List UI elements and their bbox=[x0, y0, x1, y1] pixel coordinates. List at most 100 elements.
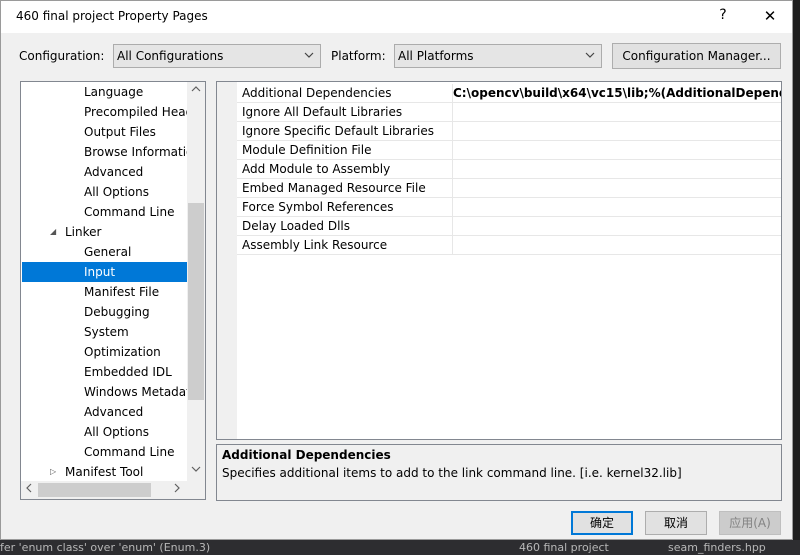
tree-item-label: Embedded IDL bbox=[84, 365, 172, 379]
property-name: Delay Loaded Dlls bbox=[242, 219, 350, 233]
property-row[interactable]: Force Symbol References bbox=[237, 198, 781, 217]
cancel-button[interactable]: 取消 bbox=[645, 511, 707, 535]
tree-item-label: Input bbox=[84, 265, 116, 279]
tree-item[interactable]: All Options bbox=[22, 422, 187, 442]
property-row[interactable]: Delay Loaded Dlls bbox=[237, 217, 781, 236]
help-icon[interactable]: ? bbox=[713, 7, 733, 27]
description-title: Additional Dependencies bbox=[222, 448, 391, 462]
property-name: Ignore Specific Default Libraries bbox=[242, 124, 434, 138]
tree-item[interactable]: Language bbox=[22, 82, 187, 102]
tree-item-label: System bbox=[84, 325, 129, 339]
ok-label: 确定 bbox=[589, 516, 614, 530]
close-icon[interactable]: ✕ bbox=[759, 7, 781, 27]
tree-item-label: All Options bbox=[84, 425, 149, 439]
tree-item[interactable]: ▷ Manifest Tool bbox=[22, 462, 187, 482]
property-row[interactable]: Embed Managed Resource File bbox=[237, 179, 781, 198]
column-divider bbox=[452, 236, 453, 255]
tree-item-label: Command Line bbox=[84, 445, 175, 459]
grid-margin bbox=[217, 82, 237, 439]
column-divider bbox=[452, 160, 453, 179]
scroll-up-icon[interactable] bbox=[191, 84, 201, 97]
description-panel: Additional Dependencies Specifies additi… bbox=[216, 444, 782, 501]
tree-item-label: Linker bbox=[65, 225, 102, 239]
configuration-manager-label: Configuration Manager... bbox=[622, 49, 771, 63]
tree-item[interactable]: General bbox=[22, 242, 187, 262]
tree-scroll-thumb[interactable] bbox=[188, 203, 204, 400]
tree-item[interactable]: Advanced bbox=[22, 402, 187, 422]
tree-item-label: Browse Information bbox=[84, 145, 187, 159]
tree-item-label: Output Files bbox=[84, 125, 156, 139]
tree-item[interactable]: Output Files bbox=[22, 122, 187, 142]
platform-dropdown[interactable]: All Platforms bbox=[394, 44, 602, 68]
configuration-dropdown[interactable]: All Configurations bbox=[113, 44, 321, 68]
property-name: Add Module to Assembly bbox=[242, 162, 391, 176]
ide-status-left: fer 'enum class' over 'enum' (Enum.3) bbox=[0, 541, 211, 554]
property-row[interactable]: Ignore All Default Libraries bbox=[237, 103, 781, 122]
tree-item[interactable]: ◢ Linker bbox=[22, 222, 187, 242]
property-row[interactable]: Module Definition File bbox=[237, 141, 781, 160]
ide-status-strip: fer 'enum class' over 'enum' (Enum.3) 46… bbox=[0, 540, 800, 555]
tree-vertical-scrollbar[interactable] bbox=[187, 82, 205, 481]
property-row[interactable]: Add Module to Assembly bbox=[237, 160, 781, 179]
property-value[interactable]: C:\opencv\build\x64\vc15\lib;%(Additiona… bbox=[453, 86, 781, 100]
column-divider bbox=[452, 141, 453, 160]
tree-item[interactable]: Browse Information bbox=[22, 142, 187, 162]
scroll-down-icon[interactable] bbox=[191, 464, 201, 477]
property-name: Module Definition File bbox=[242, 143, 372, 157]
tree-item[interactable]: Optimization bbox=[22, 342, 187, 362]
apply-button[interactable]: 应用(A) bbox=[719, 511, 781, 535]
description-text: Specifies additional items to add to the… bbox=[222, 466, 682, 480]
tree-item-label: General bbox=[84, 245, 132, 259]
tree-item[interactable]: Precompiled Headers bbox=[22, 102, 187, 122]
tree-item[interactable]: All Options bbox=[22, 182, 187, 202]
tree-item[interactable]: System bbox=[22, 322, 187, 342]
tree-item[interactable]: Input bbox=[22, 262, 187, 282]
tree-item-label: Debugging bbox=[84, 305, 150, 319]
tree-item[interactable]: Manifest File bbox=[22, 282, 187, 302]
scroll-left-icon[interactable] bbox=[24, 483, 34, 496]
scroll-right-icon[interactable] bbox=[172, 483, 182, 496]
title-bar: 460 final project Property Pages ? ✕ bbox=[1, 1, 792, 33]
tree-horizontal-scrollbar[interactable] bbox=[21, 481, 187, 499]
ide-status-project: 460 final project bbox=[519, 541, 609, 554]
tree-item[interactable]: Command Line bbox=[22, 202, 187, 222]
property-name: Force Symbol References bbox=[242, 200, 394, 214]
collapsed-arrow-icon[interactable]: ▷ bbox=[50, 462, 56, 482]
expanded-arrow-icon[interactable]: ◢ bbox=[50, 222, 56, 242]
column-divider bbox=[452, 217, 453, 236]
tree-hscroll-thumb[interactable] bbox=[38, 483, 151, 497]
tree-item-label: Advanced bbox=[84, 405, 144, 419]
property-row[interactable]: Ignore Specific Default Libraries bbox=[237, 122, 781, 141]
tree-item-label: Optimization bbox=[84, 345, 161, 359]
property-grid[interactable]: Additional Dependencies C:\opencv\build\x… bbox=[216, 81, 782, 440]
tree-item-label: Command Line bbox=[84, 205, 175, 219]
tree-item[interactable]: Windows Metadata bbox=[22, 382, 187, 402]
tree-item[interactable]: Debugging bbox=[22, 302, 187, 322]
tree-item[interactable]: Embedded IDL bbox=[22, 362, 187, 382]
property-row[interactable]: Assembly Link Resource bbox=[237, 236, 781, 255]
window-title: 460 final project Property Pages bbox=[16, 9, 208, 23]
configuration-label: Configuration: bbox=[19, 49, 105, 63]
column-divider bbox=[452, 198, 453, 217]
tree-item-label: Windows Metadata bbox=[84, 385, 187, 399]
tree-item[interactable]: Command Line bbox=[22, 442, 187, 462]
column-divider bbox=[452, 179, 453, 198]
property-name: Assembly Link Resource bbox=[242, 238, 388, 252]
chevron-down-icon bbox=[585, 48, 595, 62]
property-row[interactable]: Additional Dependencies C:\opencv\build\x… bbox=[237, 84, 781, 103]
configuration-value: All Configurations bbox=[117, 49, 224, 63]
chevron-down-icon bbox=[304, 48, 314, 62]
column-divider bbox=[452, 122, 453, 141]
configuration-manager-button[interactable]: Configuration Manager... bbox=[612, 43, 781, 69]
column-divider bbox=[452, 103, 453, 122]
property-tree[interactable]: Language Precompiled Headers Output Files B… bbox=[20, 81, 206, 500]
cancel-label: 取消 bbox=[663, 516, 688, 530]
property-name: Ignore All Default Libraries bbox=[242, 105, 403, 119]
property-pages-dialog: 460 final project Property Pages ? ✕ Con… bbox=[0, 0, 793, 540]
apply-label: 应用(A) bbox=[729, 516, 771, 530]
ok-button[interactable]: 确定 bbox=[571, 511, 633, 535]
scrollbar-corner bbox=[187, 481, 205, 499]
tree-item-label: Manifest File bbox=[84, 285, 160, 299]
tree-item[interactable]: Advanced bbox=[22, 162, 187, 182]
tree-item-label: All Options bbox=[84, 185, 149, 199]
